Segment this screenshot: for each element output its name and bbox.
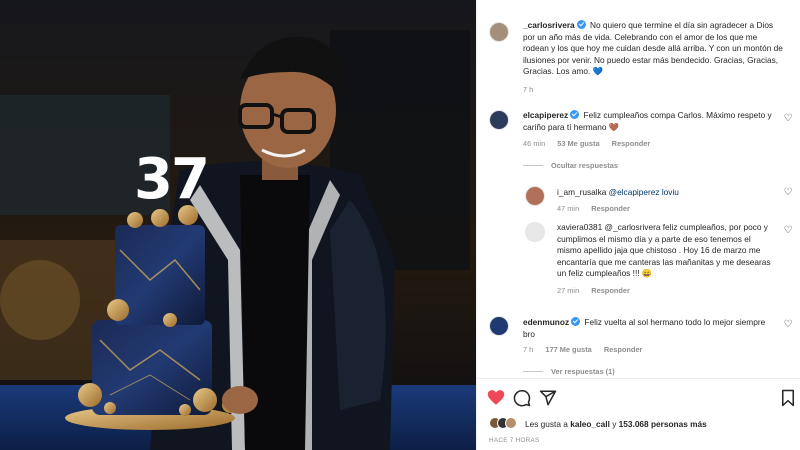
- liked-by-avatars[interactable]: [489, 417, 525, 429]
- likes-summary[interactable]: Les gusta a kaleo_call y 153.068 persona…: [525, 419, 707, 429]
- reply-meta: 27 min Responder: [557, 286, 640, 295]
- avatar[interactable]: [489, 316, 509, 336]
- avatar[interactable]: [525, 222, 545, 242]
- heart-icon[interactable]: [487, 389, 505, 407]
- avatar[interactable]: [525, 186, 545, 206]
- reply: i_am_rusalka @elcapiperez loviu: [557, 187, 777, 199]
- avatar[interactable]: [489, 22, 509, 42]
- like-comment-heart-icon[interactable]: ♡: [783, 320, 793, 330]
- reply-button[interactable]: Responder: [612, 139, 651, 148]
- reply-username[interactable]: i_am_rusalka: [557, 187, 606, 197]
- post-timestamp: HACE 7 HORAS: [489, 437, 540, 444]
- view-replies-button[interactable]: Ver respuestas (1): [523, 367, 615, 376]
- likes-count[interactable]: 153.068 personas más: [619, 419, 707, 429]
- comment-time: 7 h: [523, 345, 534, 354]
- hide-replies-button[interactable]: Ocultar respuestas: [523, 161, 618, 170]
- photo-illustration: [0, 0, 476, 450]
- comment-likes[interactable]: 177 Me gusta: [545, 345, 591, 354]
- caption: _carlosrivera No quiero que termine el d…: [523, 20, 785, 78]
- verified-icon: [570, 110, 580, 119]
- cake-number: 37: [134, 147, 210, 212]
- verified-icon: [576, 20, 586, 29]
- like-comment-heart-icon[interactable]: ♡: [783, 226, 793, 236]
- reply-button[interactable]: Responder: [591, 286, 630, 295]
- reply-meta: 47 min Responder: [557, 204, 640, 213]
- comment-username[interactable]: edenmunoz: [523, 317, 569, 327]
- bookmark-icon[interactable]: [779, 389, 797, 407]
- share-icon[interactable]: [539, 389, 557, 407]
- comment: edenmunoz Feliz vuelta al sol hermano to…: [523, 317, 773, 340]
- avatar[interactable]: [489, 110, 509, 130]
- reply-username[interactable]: xaviera0381: [557, 222, 602, 232]
- verified-icon: [571, 317, 581, 326]
- post-photo[interactable]: 37: [0, 0, 476, 450]
- comment-username[interactable]: elcapiperez: [523, 110, 568, 120]
- liked-by-user[interactable]: kaleo_call: [570, 419, 610, 429]
- comment-time: 46 min: [523, 139, 546, 148]
- reply-button[interactable]: Responder: [591, 204, 630, 213]
- reply-time: 47 min: [557, 204, 580, 213]
- like-comment-heart-icon[interactable]: ♡: [783, 114, 793, 124]
- comment-meta: 7 h 177 Me gusta Responder: [523, 345, 652, 354]
- comment-icon[interactable]: [513, 389, 531, 407]
- caption-username[interactable]: _carlosrivera: [523, 20, 575, 30]
- comment: elcapiperez Feliz cumpleaños compa Carlo…: [523, 110, 773, 133]
- reply-button[interactable]: Responder: [604, 345, 643, 354]
- divider: [523, 165, 543, 166]
- divider: [523, 371, 543, 372]
- reply: xaviera0381 @_carlosrivera feliz cumplea…: [557, 222, 777, 280]
- like-comment-heart-icon[interactable]: ♡: [783, 188, 793, 198]
- reply-text: @elcapiperez loviu: [608, 187, 679, 197]
- comments-panel: _carlosrivera No quiero que termine el d…: [476, 0, 800, 450]
- comment-meta: 46 min 53 Me gusta Responder: [523, 139, 660, 148]
- caption-time: 7 h: [523, 85, 534, 94]
- comment-likes[interactable]: 53 Me gusta: [557, 139, 599, 148]
- reply-time: 27 min: [557, 286, 580, 295]
